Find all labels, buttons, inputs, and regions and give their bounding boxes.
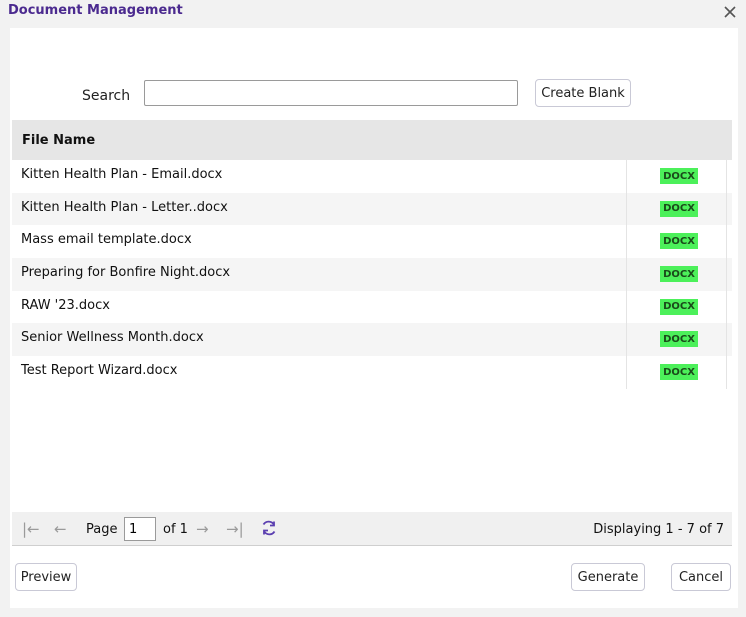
page-label: Page xyxy=(86,522,118,537)
table-row[interactable]: Test Report Wizard.docx DOCX xyxy=(12,356,732,389)
column-header-file-name[interactable]: File Name xyxy=(22,133,95,148)
cancel-button[interactable]: Cancel xyxy=(671,563,731,591)
refresh-icon[interactable] xyxy=(260,519,278,537)
column-divider xyxy=(626,290,627,324)
generate-button[interactable]: Generate xyxy=(571,563,645,591)
column-divider xyxy=(726,258,727,291)
table-row[interactable]: RAW '23.docx DOCX xyxy=(12,290,732,324)
close-button[interactable] xyxy=(720,2,740,22)
first-page-icon[interactable]: |← xyxy=(22,521,40,537)
column-divider xyxy=(626,160,627,193)
column-divider xyxy=(726,192,727,226)
table-row[interactable]: Kitten Health Plan - Email.docx DOCX xyxy=(12,160,732,193)
file-name: RAW '23.docx xyxy=(21,297,110,313)
grid-header: File Name xyxy=(12,120,732,160)
file-name: Mass email template.docx xyxy=(21,232,192,248)
column-divider xyxy=(626,225,627,259)
window-titlebar: Document Management xyxy=(0,0,746,24)
close-icon xyxy=(724,6,736,18)
column-divider xyxy=(626,192,627,226)
table-row[interactable]: Senior Wellness Month.docx DOCX xyxy=(12,323,732,357)
last-page-icon[interactable]: →| xyxy=(226,521,244,537)
docx-badge: DOCX xyxy=(660,364,698,381)
column-divider xyxy=(626,356,627,389)
file-name: Kitten Health Plan - Letter..docx xyxy=(21,199,228,215)
previous-page-icon[interactable]: ← xyxy=(54,521,67,537)
file-name: Preparing for Bonfire Night.docx xyxy=(21,265,231,281)
document-panel: Search Create Blank File Name Kitten Hea… xyxy=(10,28,738,608)
table-row[interactable]: Kitten Health Plan - Letter..docx DOCX xyxy=(12,192,732,226)
column-divider xyxy=(726,225,727,259)
column-divider xyxy=(726,356,727,389)
docx-badge: DOCX xyxy=(660,200,698,217)
file-list: Kitten Health Plan - Email.docx DOCX Kit… xyxy=(12,160,732,389)
docx-badge: DOCX xyxy=(660,298,698,315)
file-name: Senior Wellness Month.docx xyxy=(21,330,204,346)
file-name: Test Report Wizard.docx xyxy=(21,363,178,379)
column-divider xyxy=(726,290,727,324)
column-divider xyxy=(726,160,727,193)
window-title: Document Management xyxy=(8,3,183,18)
pagination-toolbar: |← ← Page of 1 → →| Displaying 1 - 7 of … xyxy=(12,512,732,546)
displaying-count: Displaying 1 - 7 of 7 xyxy=(593,522,724,537)
column-divider xyxy=(626,258,627,291)
create-blank-button[interactable]: Create Blank xyxy=(535,79,631,107)
docx-badge: DOCX xyxy=(660,168,698,184)
file-name: Kitten Health Plan - Email.docx xyxy=(21,167,223,182)
preview-button[interactable]: Preview xyxy=(15,563,77,591)
column-divider xyxy=(626,323,627,357)
page-count-label: of 1 xyxy=(163,522,188,537)
search-label: Search xyxy=(82,88,131,104)
table-row[interactable]: Preparing for Bonfire Night.docx DOCX xyxy=(12,258,732,291)
docx-badge: DOCX xyxy=(660,266,698,283)
next-page-icon[interactable]: → xyxy=(196,521,209,537)
search-input[interactable] xyxy=(144,80,518,106)
page-number-input[interactable] xyxy=(124,517,156,541)
docx-badge: DOCX xyxy=(660,233,698,250)
column-divider xyxy=(726,323,727,357)
table-row[interactable]: Mass email template.docx DOCX xyxy=(12,225,732,259)
docx-badge: DOCX xyxy=(660,331,698,348)
